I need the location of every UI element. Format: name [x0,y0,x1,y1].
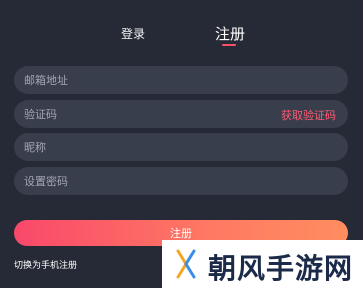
verification-code-field[interactable]: 获取验证码 [14,100,348,128]
email-field[interactable] [14,66,348,94]
tab-register[interactable]: 注册 [215,23,245,44]
watermark: 朝风手游网 [162,240,363,288]
active-tab-indicator [222,44,236,46]
tab-login[interactable]: 登录 [121,25,145,42]
email-input[interactable] [14,66,348,94]
nickname-field[interactable] [14,133,348,161]
get-code-button[interactable]: 获取验证码 [281,107,336,123]
auth-tabs: 登录 注册 [0,0,363,50]
watermark-text: 朝风手游网 [208,252,354,285]
watermark-logo-icon [176,249,196,279]
password-field[interactable] [14,167,348,195]
switch-to-phone-link[interactable]: 切换为手机注册 [14,258,77,271]
nickname-input[interactable] [14,133,348,161]
password-input[interactable] [14,167,348,195]
